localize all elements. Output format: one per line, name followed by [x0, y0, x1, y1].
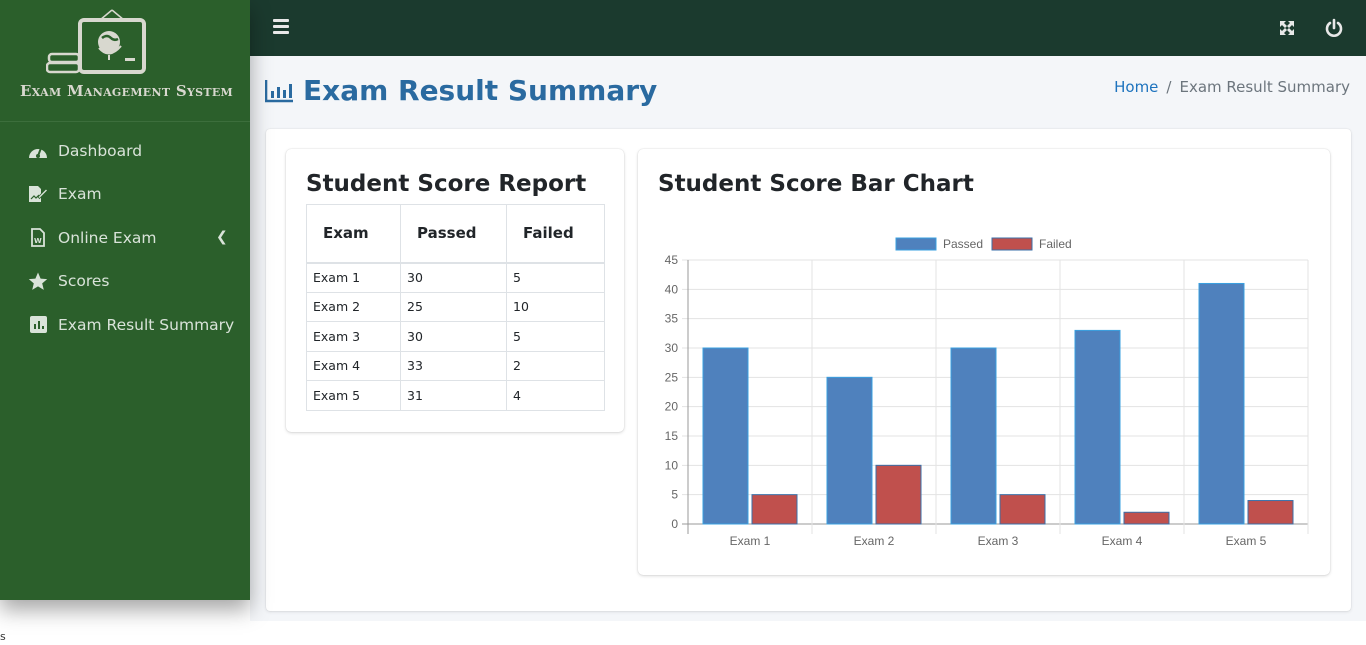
cell-passed: 30 [400, 321, 507, 352]
y-tick-label: 40 [665, 282, 679, 296]
sidebar-item-online-exam[interactable]: W Online Exam ❮ [0, 216, 250, 260]
y-tick-label: 10 [665, 458, 679, 472]
sidebar-item-label: Exam [58, 185, 102, 204]
cell-failed: 5 [506, 321, 605, 352]
sidebar-item-label: Online Exam [58, 228, 157, 247]
score-report-title: Student Score Report [306, 171, 587, 197]
cell-passed: 30 [400, 262, 507, 293]
bar-chart: 0 5 10 15 20 25 30 35 40 45 Exam 1 Exam 2 Exam 3 Exam… [665, 237, 1309, 548]
score-table: Exam Passed Failed Exam 1 30 5 Exam 2 25 10 … [306, 204, 605, 411]
stray-text: s [0, 630, 6, 643]
brand[interactable]: Exam Management System [0, 0, 250, 122]
table-row: Exam 1 30 5 [306, 262, 605, 293]
cell-exam: Exam 4 [306, 350, 401, 381]
bar-failed [1123, 511, 1170, 525]
cell-failed: 10 [506, 291, 605, 322]
column-header-exam: Exam [306, 204, 401, 264]
cell-exam: Exam 2 [306, 291, 401, 322]
sidebar-item-exam-result-summary[interactable]: Exam Result Summary [0, 303, 250, 347]
breadcrumb: Home / Exam Result Summary [1114, 78, 1350, 96]
table-row: Exam 4 33 2 [306, 350, 605, 381]
bar-passed [1074, 329, 1121, 525]
table-row: Exam 2 25 10 [306, 291, 605, 322]
hamburger-icon[interactable] [273, 19, 289, 35]
page-title-text: Exam Result Summary [303, 74, 658, 107]
table-row: Exam 5 31 4 [306, 380, 605, 411]
page-title: Exam Result Summary [265, 74, 657, 107]
x-tick-label: Exam 4 [1102, 534, 1143, 548]
cell-passed: 31 [400, 380, 507, 411]
sidebar-nav: Dashboard Exam W Online Exam ❮ Scores Ex… [0, 122, 250, 347]
sidebar-item-label: Exam Result Summary [58, 315, 235, 334]
y-tick-label: 5 [671, 488, 678, 502]
main-content: Exam Result Summary Home / Exam Result Sum… [250, 56, 1366, 621]
bar-failed [999, 494, 1046, 525]
legend-swatch-passed [895, 237, 937, 251]
legend-label-passed: Passed [943, 237, 983, 251]
expand-icon[interactable] [1277, 18, 1297, 38]
table-row: Exam 3 30 5 [306, 321, 605, 352]
sidebar-item-label: Scores [58, 272, 110, 291]
bar-chart-icon [265, 79, 294, 103]
x-tick-label: Exam 3 [978, 534, 1019, 548]
cell-failed: 5 [506, 262, 605, 293]
cell-failed: 4 [506, 380, 605, 411]
legend-label-failed: Failed [1039, 237, 1072, 251]
y-tick-label: 20 [665, 400, 679, 414]
brand-name: Exam Management System [20, 82, 234, 100]
svg-text:W: W [34, 237, 42, 245]
bar-passed [1198, 282, 1245, 525]
breadcrumb-current: Exam Result Summary [1179, 78, 1350, 96]
topbar [250, 0, 1366, 56]
sidebar-item-dashboard[interactable]: Dashboard [0, 129, 250, 173]
power-icon[interactable] [1324, 18, 1344, 38]
breadcrumb-separator: / [1166, 78, 1172, 96]
cell-failed: 2 [506, 350, 605, 381]
y-tick-label: 25 [665, 370, 679, 384]
table-header-row: Exam Passed Failed [306, 204, 605, 264]
score-report-card: Student Score Report Exam Passed Failed … [286, 149, 624, 432]
cell-exam: Exam 3 [306, 321, 401, 352]
classroom-board-icon [46, 9, 146, 74]
cell-exam: Exam 1 [306, 262, 401, 293]
y-tick-label: 0 [671, 517, 678, 531]
y-tick-label: 30 [665, 341, 679, 355]
sidebar-item-exam[interactable]: Exam [0, 173, 250, 217]
bar-chart-icon [27, 315, 49, 335]
x-tick-label: Exam 5 [1226, 534, 1267, 548]
bar-failed [1247, 500, 1294, 525]
x-tick-label: Exam 2 [854, 534, 895, 548]
bar-passed [702, 347, 749, 525]
star-icon [27, 271, 49, 291]
breadcrumb-home-link[interactable]: Home [1114, 78, 1158, 96]
app: Exam Management System Dashboard Exam W … [0, 0, 1366, 645]
cell-passed: 25 [400, 291, 507, 322]
sidebar: Exam Management System Dashboard Exam W … [0, 0, 250, 600]
bar-chart-card: Student Score Bar Chart 0 5 10 15 20 25 30 35 40… [638, 149, 1330, 575]
bar-passed [826, 376, 873, 525]
column-header-passed: Passed [400, 204, 507, 264]
gauge-icon [27, 141, 49, 161]
legend-swatch-failed [991, 237, 1033, 251]
cell-exam: Exam 5 [306, 380, 401, 411]
word-file-icon: W [27, 228, 49, 248]
edit-document-icon [27, 184, 49, 204]
column-header-failed: Failed [506, 204, 605, 264]
x-tick-label: Exam 1 [730, 534, 771, 548]
y-tick-label: 35 [665, 312, 679, 326]
chevron-left-icon[interactable]: ❮ [216, 229, 228, 245]
y-tick-label: 15 [665, 429, 679, 443]
sidebar-item-scores[interactable]: Scores [0, 260, 250, 304]
summary-card: Student Score Report Exam Passed Failed … [266, 129, 1351, 611]
y-tick-label: 45 [665, 253, 679, 267]
bar-passed [950, 347, 997, 525]
cell-passed: 33 [400, 350, 507, 381]
bar-failed [875, 464, 922, 525]
bar-failed [751, 494, 798, 525]
sidebar-item-label: Dashboard [58, 141, 143, 160]
